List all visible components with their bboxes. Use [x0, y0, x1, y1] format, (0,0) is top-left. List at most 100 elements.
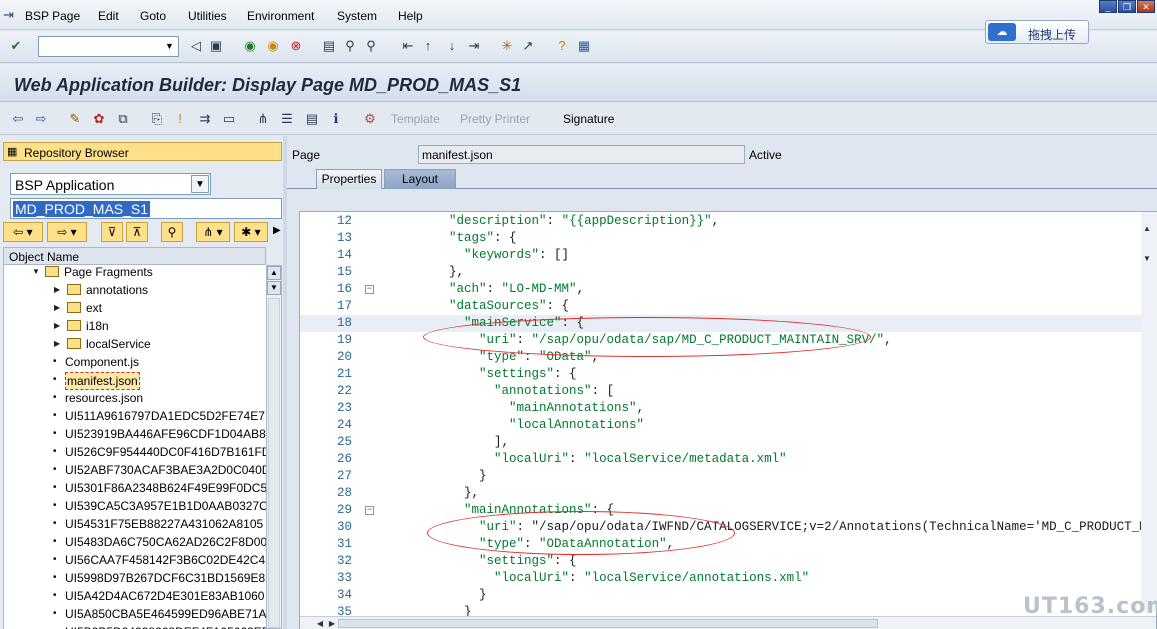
tree-item[interactable]: • UI539CA5C3A957E1B1D0AAB0327C [4, 498, 266, 514]
tree-item[interactable]: • UI54531F75EB88227A431062A8105 [4, 516, 266, 532]
help-icon[interactable]: ? [554, 38, 570, 54]
fold-toggle-icon[interactable]: − [365, 506, 374, 515]
other-object-icon[interactable]: ⧉ [115, 111, 131, 127]
collapse-triangle-icon[interactable]: ▶ [54, 282, 60, 298]
where-used-icon[interactable]: ▭ [221, 111, 237, 127]
exit-icon[interactable]: ◉ [265, 38, 281, 54]
fold-toggle-icon[interactable]: − [365, 285, 374, 294]
pretty-printer-button[interactable]: Pretty Printer [460, 112, 530, 126]
next-object-button[interactable]: ⇨ ▾ [47, 222, 87, 242]
tree-item[interactable]: • resources.json [4, 390, 266, 406]
template-button[interactable]: Template [391, 112, 440, 126]
code-editor[interactable]: 12 "description": "{{appDescription}}", 1… [299, 211, 1157, 629]
tree-item[interactable]: • UI5301F86A2348B624F49E99F0DC5 [4, 480, 266, 496]
tree-item[interactable]: • UI5998D97B267DCF6C31BD1569E8E [4, 570, 266, 586]
menu-help[interactable]: Help [398, 9, 423, 23]
first-page-icon[interactable]: ⇤ [400, 38, 416, 54]
back-arrow-icon[interactable]: ◁ [188, 38, 204, 54]
shortcut-icon[interactable]: ↗ [520, 38, 536, 54]
previous-object-button[interactable]: ⇦ ▾ [3, 222, 43, 242]
tree-item[interactable]: ▶ i18n [4, 318, 266, 334]
scroll-thumb[interactable] [268, 298, 280, 628]
command-field[interactable]: ▼ [38, 36, 179, 57]
activate-icon[interactable]: ǃ [172, 111, 188, 127]
tree-item[interactable]: ▶ localService [4, 336, 266, 352]
scroll-thumb[interactable] [338, 619, 878, 628]
scroll-left-icon[interactable]: ◀ [314, 617, 326, 629]
settings-icon[interactable]: ✱ ▾ [234, 222, 268, 242]
navigation-stack-icon[interactable]: ☰ [279, 111, 295, 127]
enter-check-icon[interactable]: ✔ [8, 38, 24, 54]
tree-item[interactable]: ▶ annotations [4, 282, 266, 298]
chevron-down-icon[interactable]: ▼ [162, 38, 177, 55]
chevron-right-icon[interactable]: ▶ [273, 225, 281, 236]
scroll-right-icon[interactable]: ▶ [326, 617, 338, 629]
active-inactive-icon[interactable]: ✿ [91, 111, 107, 127]
sap-menu-icon[interactable]: ⇥ [3, 7, 17, 22]
expand-icon[interactable]: ⊼ [126, 222, 148, 242]
back-arrow-icon[interactable]: ⇦ [10, 111, 26, 127]
repository-browser-button[interactable]: ▦ Repository Browser [3, 142, 282, 161]
tree-item[interactable]: • UI5A42D4AC672D4E301E83AB1060 [4, 588, 266, 604]
next-page-icon[interactable]: ↓ [444, 38, 460, 54]
tree-item[interactable]: ▶ ext [4, 300, 266, 316]
last-page-icon[interactable]: ⇥ [466, 38, 482, 54]
display-change-icon[interactable]: ✎ [67, 111, 83, 127]
new-session-icon[interactable]: ✳ [499, 38, 515, 54]
tab-layout[interactable]: Layout [384, 169, 456, 189]
collapse-triangle-icon[interactable]: ▶ [54, 318, 60, 334]
scroll-down-icon[interactable]: ▼ [267, 281, 281, 295]
test-icon[interactable]: ⇉ [197, 111, 213, 127]
menu-environment[interactable]: Environment [247, 9, 314, 23]
object-name-column-header[interactable]: Object Name [3, 247, 266, 265]
tree-item[interactable]: • manifest.json [4, 372, 266, 390]
restore-icon[interactable]: ❐ [1118, 0, 1136, 13]
save-icon[interactable]: ▣ [208, 38, 224, 54]
customize-layout-icon[interactable]: ▦ [576, 38, 592, 54]
tree-item[interactable]: • UI52ABF730ACAF3BAE3A2D0C040D [4, 462, 266, 478]
tree-item[interactable]: • UI5483DA6C750CA62AD26C2F8D00 [4, 534, 266, 550]
menu-system[interactable]: System [337, 9, 377, 23]
back-icon[interactable]: ◉ [242, 38, 258, 54]
object-list-icon[interactable]: ⋔ [255, 111, 271, 127]
info-icon[interactable]: ℹ [328, 111, 344, 127]
tab-properties[interactable]: Properties [316, 169, 382, 189]
menu-bsp-page[interactable]: BSP Page [25, 9, 80, 23]
object-type-select[interactable]: BSP Application ▼ [10, 173, 211, 195]
chevron-down-icon[interactable]: ▼ [191, 175, 209, 193]
binoculars-icon[interactable]: ⚲ [161, 222, 183, 242]
cancel-icon[interactable]: ⊗ [288, 38, 304, 54]
editor-vertical-scrollbar[interactable]: ▲ ▼ [1141, 212, 1157, 612]
close-icon[interactable]: ✕ [1137, 0, 1155, 13]
tree-item[interactable]: • Component.js [4, 354, 266, 370]
upload-button[interactable]: ☁ 拖拽上传 [985, 20, 1089, 44]
tree-item[interactable]: • UI5B2B5D24238268DEF4FA05063EE [4, 624, 266, 629]
tree-item[interactable]: • UI511A9616797DA1EDC5D2FE74E7I [4, 408, 266, 424]
collapse-triangle-icon[interactable]: ▶ [54, 336, 60, 352]
print-icon[interactable]: ▤ [321, 38, 337, 54]
menu-utilities[interactable]: Utilities [188, 9, 227, 23]
menu-goto[interactable]: Goto [140, 9, 166, 23]
find-icon[interactable]: ⚲ [342, 38, 358, 54]
menu-edit[interactable]: Edit [98, 9, 119, 23]
tree-vertical-scrollbar[interactable]: ▲ ▼ [266, 265, 282, 629]
forward-arrow-icon[interactable]: ⇨ [33, 111, 49, 127]
expand-triangle-icon[interactable]: ▼ [32, 265, 40, 280]
tree-item[interactable]: ▼ Page Fragments [4, 265, 266, 280]
hierarchy-icon[interactable]: ⋔ ▾ [196, 222, 230, 242]
tree-item[interactable]: • UI526C9F954440DC0F416D7B161FD [4, 444, 266, 460]
tree-item[interactable]: • UI523919BA446AFE96CDF1D04AB88 [4, 426, 266, 442]
display-object-list-icon[interactable]: ▤ [304, 111, 320, 127]
collapse-triangle-icon[interactable]: ▶ [54, 300, 60, 316]
collapse-icon[interactable]: ⊽ [101, 222, 123, 242]
signature-button[interactable]: Signature [563, 112, 614, 126]
minimize-icon[interactable]: _ [1099, 0, 1117, 13]
object-name-input[interactable]: MD_PROD_MAS_S1 [10, 198, 282, 219]
scroll-up-icon[interactable]: ▲ [267, 266, 281, 280]
tree-item[interactable]: • UI5A850CBA5E464599ED96ABE71A [4, 606, 266, 622]
tree-item[interactable]: • UI56CAA7F458142F3B6C02DE42C45 [4, 552, 266, 568]
check-icon[interactable]: ⎘ [149, 111, 165, 127]
scroll-up-icon[interactable]: ▲ [1143, 224, 1151, 233]
previous-page-icon[interactable]: ↑ [420, 38, 436, 54]
scroll-down-icon[interactable]: ▼ [1143, 254, 1151, 263]
